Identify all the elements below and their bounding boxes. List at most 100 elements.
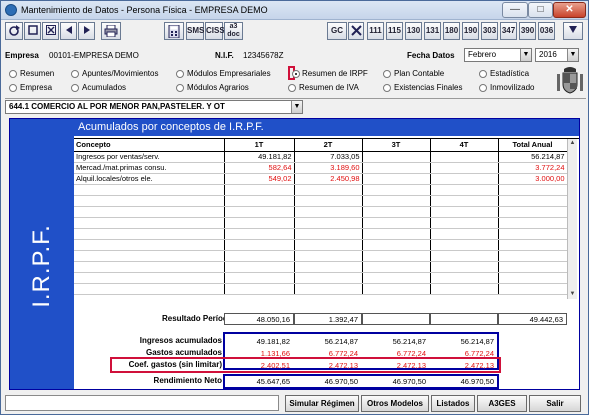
value-cell <box>224 228 295 240</box>
sms-button[interactable]: SMS <box>186 22 204 40</box>
close-record-icon[interactable] <box>42 22 59 40</box>
value-cell <box>294 228 363 240</box>
model-036-button[interactable]: 036 <box>538 22 555 40</box>
model-347-button[interactable]: 347 <box>500 22 517 40</box>
fecha-datos-label: Fecha Datos <box>407 51 455 60</box>
model-303-button[interactable]: 303 <box>481 22 498 40</box>
model-190-button[interactable]: 190 <box>462 22 479 40</box>
radio-resumen-irpf[interactable]: Resumen de IRPF <box>288 66 368 80</box>
gc-button[interactable]: GC <box>327 22 347 40</box>
table-row[interactable]: Mercad./mat.primas consu. 582,64 3.189,60 3… <box>74 162 568 174</box>
chevron-down-icon: ▼ <box>520 49 531 61</box>
empresa-value: 00101-EMPRESA DEMO <box>49 51 139 60</box>
value-cell <box>430 206 499 218</box>
model-130-button[interactable]: 130 <box>405 22 422 40</box>
table-row[interactable] <box>74 184 568 196</box>
resultado-2t: 1.392,47 <box>294 313 362 325</box>
value-cell <box>498 206 568 218</box>
value-cell <box>362 162 431 174</box>
summary-value: 6.772,24 <box>328 349 358 358</box>
table-row[interactable]: Ingresos por ventas/serv. 49.181,82 7.033,… <box>74 151 568 163</box>
value-cell <box>224 272 295 284</box>
salir-button[interactable]: Salir <box>529 395 581 412</box>
value-cell <box>294 184 363 196</box>
close-button[interactable]: ✕ <box>553 2 586 18</box>
value-cell <box>362 173 431 185</box>
table-row[interactable] <box>74 261 568 273</box>
value-cell <box>224 261 295 273</box>
ciss-button[interactable]: CISS <box>205 22 225 40</box>
a3doc-button[interactable]: a3 doc <box>224 22 243 40</box>
maximize-button[interactable]: □ <box>528 2 553 18</box>
column-header: Total Anual <box>498 139 568 152</box>
resultado-total: 49.442,63 <box>498 313 567 325</box>
model-180-button[interactable]: 180 <box>443 22 460 40</box>
resultado-periodo-label: Resultado Período <box>162 314 233 323</box>
refresh-icon[interactable] <box>5 22 23 40</box>
value-cell <box>294 261 363 273</box>
value-cell <box>498 250 568 262</box>
table-scrollbar[interactable]: ▲ ▼ <box>567 139 577 299</box>
value-cell <box>362 195 431 207</box>
concept-cell: Mercad./mat.primas consu. <box>74 162 225 174</box>
rendimiento-4t: 46.970,50 <box>460 377 494 386</box>
model-131-button[interactable]: 131 <box>424 22 441 40</box>
table-row[interactable] <box>74 272 568 284</box>
status-field <box>5 395 279 411</box>
a3ges-button[interactable]: A3GES <box>477 395 527 412</box>
summary-value: 2.472,13 <box>396 361 426 370</box>
table-row[interactable] <box>74 250 568 262</box>
value-cell <box>362 228 431 240</box>
first-record-icon[interactable] <box>60 22 77 40</box>
value-cell <box>430 250 499 262</box>
otros-modelos-button[interactable]: Otros Modelos <box>361 395 429 412</box>
model-111-button[interactable]: 111 <box>367 22 384 40</box>
scroll-up-icon[interactable]: ▲ <box>568 139 577 148</box>
rendimiento-neto-label: Rendimiento Neto <box>153 376 222 385</box>
table-row[interactable] <box>74 206 568 218</box>
concept-cell <box>74 272 225 284</box>
app-icon <box>5 4 17 16</box>
nif-label: N.I.F. <box>215 51 234 60</box>
table-row[interactable] <box>74 228 568 240</box>
value-cell: 549,02 <box>224 173 295 185</box>
table-row[interactable] <box>74 239 568 251</box>
table-row[interactable] <box>74 217 568 229</box>
print-icon[interactable] <box>101 22 121 40</box>
next-record-icon[interactable] <box>78 22 95 40</box>
concept-cell <box>74 283 225 295</box>
activity-row: 644.1 COMERCIO AL POR MENOR PAN,PASTELER… <box>5 98 586 114</box>
listados-button[interactable]: Listados <box>431 395 475 412</box>
activity-select[interactable]: 644.1 COMERCIO AL POR MENOR PAN,PASTELER… <box>5 100 303 114</box>
value-cell: 3.772,24 <box>498 162 568 174</box>
minimize-button[interactable]: — <box>502 2 528 18</box>
value-cell <box>430 184 499 196</box>
empresa-label: Empresa <box>5 51 39 60</box>
year-select[interactable]: 2016 ▼ <box>535 48 579 62</box>
stop-icon[interactable] <box>24 22 41 40</box>
simular-regimen-button[interactable]: Simular Régimen <box>285 395 359 412</box>
scroll-down-icon[interactable]: ▼ <box>568 290 577 299</box>
calculator-icon[interactable] <box>164 22 184 40</box>
value-cell <box>224 206 295 218</box>
value-cell <box>362 206 431 218</box>
table-row[interactable] <box>74 195 568 207</box>
table-row[interactable] <box>74 283 568 295</box>
table-row[interactable]: Alquil.locales/otros ele. 549,02 2.450,98 3… <box>74 173 568 185</box>
view-selector: Resumen Apuntes/Movimientos Módulos Empr… <box>5 65 586 95</box>
column-header: 3T <box>362 139 431 152</box>
help-icon[interactable] <box>563 22 583 40</box>
tools-icon[interactable] <box>348 22 364 40</box>
model-115-button[interactable]: 115 <box>386 22 403 40</box>
rendimiento-1t: 45.647,65 <box>256 377 290 386</box>
value-cell <box>362 239 431 251</box>
window-title: Mantenimiento de Datos - Persona Física … <box>21 5 268 15</box>
model-390-button[interactable]: 390 <box>519 22 536 40</box>
value-cell <box>362 261 431 273</box>
value-cell <box>294 272 363 284</box>
value-cell <box>430 228 499 240</box>
value-cell <box>362 151 431 163</box>
month-select[interactable]: Febrero ▼ <box>464 48 532 62</box>
resultado-1t: 48.050,16 <box>224 313 294 325</box>
concept-cell: Alquil.locales/otros ele. <box>74 173 225 185</box>
